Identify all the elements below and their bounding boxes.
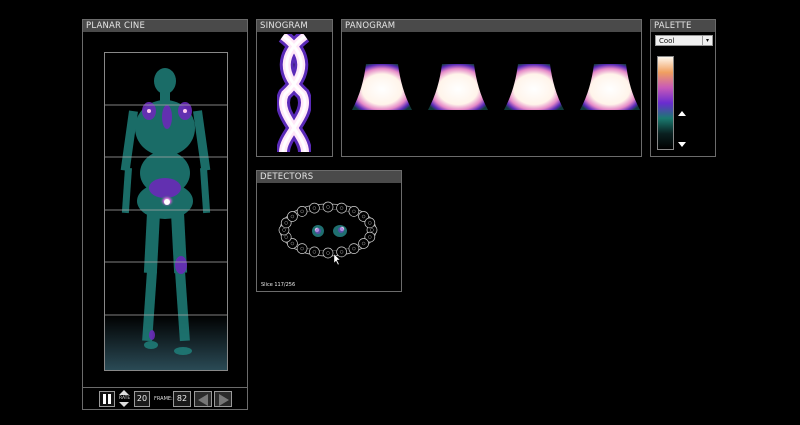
- detector-ring-image: [278, 201, 378, 266]
- pause-icon: [103, 394, 106, 404]
- prev-frame-button[interactable]: [194, 391, 212, 407]
- detectors-panel: DETECTORS Slice 117/256: [256, 170, 402, 292]
- palette-selected-value: Cool: [659, 37, 675, 45]
- slice-indicator: Slice 117/256: [261, 282, 296, 288]
- detector-element: [296, 206, 308, 217]
- palette-gradient-bar: [657, 56, 674, 150]
- panogram-image: [352, 64, 640, 110]
- sinogram-title: SINOGRAM: [257, 20, 332, 32]
- next-frame-button[interactable]: [214, 391, 232, 407]
- detector-element: [336, 246, 347, 258]
- detector-element: [348, 243, 360, 254]
- rate-up-button[interactable]: [119, 390, 129, 395]
- detector-element: [309, 246, 320, 258]
- detector-element: [358, 238, 369, 249]
- frame-label: FRAME:: [154, 396, 173, 402]
- rate-down-button[interactable]: [119, 402, 129, 407]
- next-arrow-icon: [219, 394, 229, 406]
- chevron-down-icon: ▾: [702, 36, 712, 45]
- detector-element: [287, 211, 298, 222]
- detector-element: [348, 206, 360, 217]
- sinogram-image: [277, 34, 311, 154]
- planar-cine-title: PLANAR CINE: [83, 20, 247, 32]
- rate-value-field[interactable]: 20: [134, 391, 150, 407]
- panogram-title: PANOGRAM: [342, 20, 641, 32]
- pause-button[interactable]: [99, 391, 115, 407]
- sinogram-viewport[interactable]: [277, 34, 311, 154]
- detector-element: [322, 247, 334, 259]
- palette-lower-handle-icon[interactable]: [678, 142, 686, 147]
- palette-select[interactable]: Cool ▾: [655, 35, 713, 46]
- palette-panel: PALETTE Cool ▾: [650, 19, 716, 157]
- detector-element: [336, 202, 347, 214]
- panogram-viewport[interactable]: [344, 60, 640, 116]
- sinogram-panel: SINOGRAM: [256, 19, 333, 157]
- detectors-title: DETECTORS: [257, 171, 401, 183]
- frame-value-field[interactable]: 82: [173, 391, 191, 407]
- detector-element: [309, 202, 320, 214]
- planar-body-image: [105, 68, 227, 370]
- planar-image-viewport[interactable]: [104, 52, 228, 371]
- pause-icon-bar: [108, 394, 111, 404]
- palette-upper-handle-icon[interactable]: [678, 111, 686, 116]
- planar-cine-panel: PLANAR CINE: [82, 19, 248, 410]
- rate-label: RATE: [119, 396, 131, 401]
- detector-element: [364, 217, 376, 229]
- palette-title: PALETTE: [651, 20, 715, 32]
- detectors-viewport[interactable]: Slice 117/256: [258, 184, 401, 291]
- detector-element: [322, 201, 334, 213]
- playback-controls: RATE 20 FRAME: 82: [82, 387, 248, 411]
- detector-element: [296, 243, 308, 254]
- panogram-panel: PANOGRAM: [341, 19, 642, 157]
- prev-arrow-icon: [198, 394, 208, 406]
